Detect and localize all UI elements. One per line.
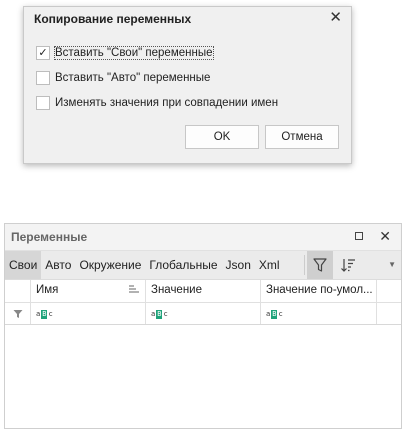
panel-title: Переменные	[11, 230, 88, 244]
option-change-values[interactable]: Изменять значения при совпадении имен	[36, 95, 278, 111]
tab-own[interactable]: Свои	[5, 251, 42, 279]
close-icon[interactable]: ✕	[329, 10, 342, 26]
text-filter-b: B	[41, 310, 48, 319]
column-value-label: Значение	[151, 284, 202, 296]
text-filter-a: a	[266, 310, 271, 318]
toolbar-separator	[304, 255, 305, 275]
filter-icon	[313, 257, 327, 272]
text-filter-c: c	[163, 310, 168, 318]
ok-button[interactable]: OK	[185, 125, 259, 149]
filter-cell-default-value[interactable]: aBc	[261, 303, 377, 325]
checkbox-insert-auto[interactable]	[36, 71, 50, 85]
text-filter-b: B	[271, 310, 278, 319]
dialog-title: Копирование переменных	[34, 12, 192, 26]
column-default-value-label: Значение по-умол...	[266, 284, 373, 296]
tab-global[interactable]: Глобальные	[145, 251, 221, 279]
option-insert-own[interactable]: ✓ Вставить "Свои" переменные	[36, 45, 214, 61]
column-sort-icon[interactable]	[129, 285, 139, 294]
column-name[interactable]: Имя	[31, 280, 146, 302]
column-name-label: Имя	[36, 284, 59, 296]
filter-cell-value[interactable]: aBc	[146, 303, 261, 325]
option-insert-auto[interactable]: Вставить "Авто" переменные	[36, 70, 210, 86]
column-value[interactable]: Значение	[146, 280, 261, 302]
variables-toolbar: Свои Авто Окружение Глобальные Json Xml …	[5, 250, 401, 280]
maximize-icon[interactable]	[355, 232, 363, 240]
column-header-row: Имя Значение Значение по-умол...	[5, 280, 401, 303]
text-filter-b: B	[156, 310, 163, 319]
copy-variables-dialog: Копирование переменных ✕ ✓ Вставить "Сво…	[23, 6, 352, 164]
text-filter-icon: aBc	[36, 310, 53, 319]
tab-json[interactable]: Json	[222, 251, 255, 279]
filter-cell-name[interactable]: aBc	[31, 303, 146, 325]
text-filter-c: c	[278, 310, 283, 318]
checkbox-insert-own[interactable]: ✓	[36, 46, 50, 60]
filter-row-indicator	[5, 303, 31, 325]
option-insert-own-label: Вставить "Свои" переменные	[54, 46, 214, 60]
filter-row: aBc aBc aBc	[5, 303, 401, 326]
sort-button[interactable]	[335, 251, 361, 279]
cancel-button[interactable]: Отмена	[265, 125, 339, 149]
option-insert-auto-label: Вставить "Авто" переменные	[55, 72, 211, 84]
column-default-value[interactable]: Значение по-умол...	[261, 280, 377, 302]
checkbox-change-values[interactable]	[36, 96, 50, 110]
filter-button[interactable]	[307, 251, 333, 279]
text-filter-a: a	[36, 310, 41, 318]
text-filter-icon: aBc	[151, 310, 168, 319]
variables-panel: Переменные ✕ Свои Авто Окружение Глобаль…	[4, 223, 402, 429]
text-filter-a: a	[151, 310, 156, 318]
row-indicator-header	[5, 280, 31, 302]
text-filter-icon: aBc	[266, 310, 283, 319]
filter-icon	[13, 310, 23, 318]
tab-environment[interactable]: Окружение	[75, 251, 145, 279]
tab-auto[interactable]: Авто	[41, 251, 75, 279]
panel-header: Переменные ✕	[5, 224, 401, 250]
chevron-down-icon[interactable]: ▼	[388, 260, 396, 269]
close-icon[interactable]: ✕	[379, 228, 391, 244]
text-filter-c: c	[48, 310, 53, 318]
sort-icon	[341, 259, 355, 272]
variables-grid-body[interactable]	[5, 324, 401, 428]
tab-xml[interactable]: Xml	[255, 251, 284, 279]
option-change-values-label: Изменять значения при совпадении имен	[55, 97, 279, 109]
